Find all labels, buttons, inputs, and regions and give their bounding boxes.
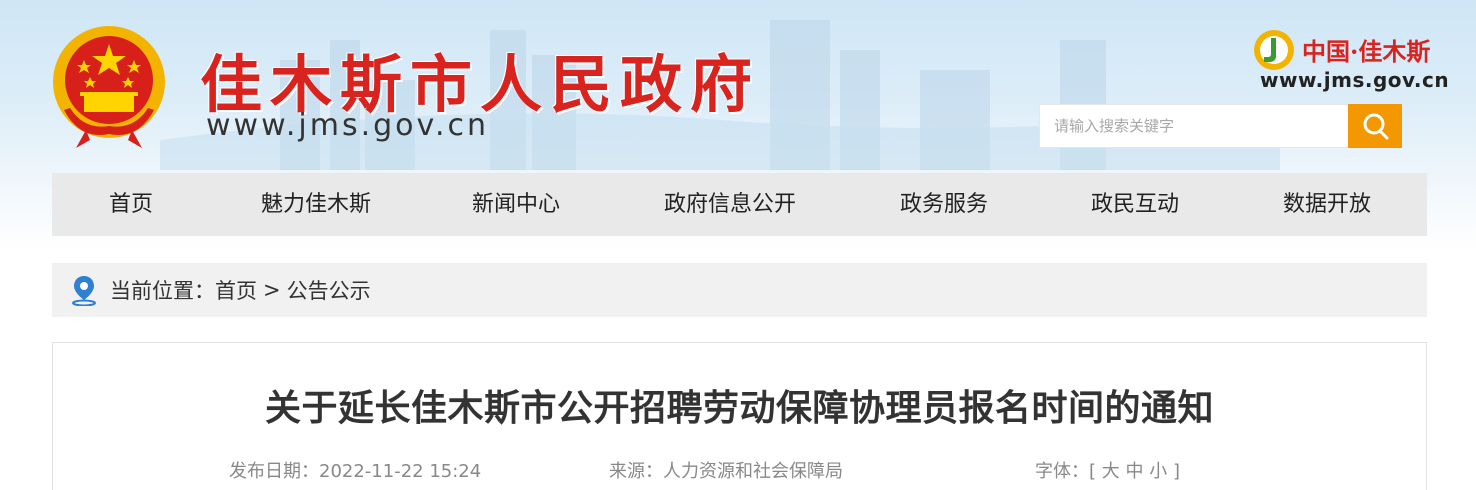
nav-item-interaction[interactable]: 政民互动 (1038, 173, 1232, 236)
brand-block[interactable]: 中国·佳木斯 www.jms.gov.cn (1252, 28, 1452, 98)
site-url: www.jms.gov.cn (206, 108, 489, 143)
jms-brand-logo-icon (1254, 30, 1294, 70)
location-pin-icon (72, 276, 96, 306)
breadcrumb-home-link[interactable]: 首页 (215, 275, 257, 305)
nav-item-open-data[interactable]: 数据开放 (1232, 173, 1422, 236)
article-source: 来源：人力资源和社会保障局 (609, 461, 843, 482)
font-size-close-bracket: ] (1172, 461, 1180, 482)
breadcrumb-current-link[interactable]: 公告公示 (287, 275, 371, 305)
breadcrumb: 当前位置： 首页 > 公告公示 (52, 263, 1427, 317)
nav-item-news-center[interactable]: 新闻中心 (422, 173, 610, 236)
search-button[interactable] (1348, 104, 1402, 148)
nav-item-home[interactable]: 首页 (52, 173, 210, 236)
breadcrumb-prefix: 当前位置： (110, 279, 215, 303)
publish-date: 发布日期：2022-11-22 15:24 (229, 461, 482, 482)
search-input[interactable] (1039, 104, 1349, 148)
nav-item-charm-jiamusi[interactable]: 魅力佳木斯 (210, 173, 422, 236)
search-icon (1363, 113, 1389, 140)
article-title: 关于延长佳木斯市公开招聘劳动保障协理员报名时间的通知 (264, 388, 1214, 429)
breadcrumb-separator: > (263, 278, 281, 302)
font-size-large-button[interactable]: 大 (1102, 461, 1120, 482)
main-nav: 首页 魅力佳木斯 新闻中心 政府信息公开 政务服务 政民互动 数据开放 (52, 173, 1427, 236)
brand-url: www.jms.gov.cn (1260, 68, 1450, 92)
font-size-small-button[interactable]: 小 (1149, 461, 1167, 482)
nav-item-gov-info-disclosure[interactable]: 政府信息公开 (610, 173, 850, 236)
brand-chinese-name: 中国·佳木斯 (1302, 37, 1431, 66)
article-panel: 关于延长佳木斯市公开招聘劳动保障协理员报名时间的通知 发布日期：2022-11-… (52, 342, 1427, 490)
font-size-medium-button[interactable]: 中 (1126, 461, 1144, 482)
font-size-label: 字体：[ (1035, 461, 1097, 482)
nav-item-gov-services[interactable]: 政务服务 (850, 173, 1038, 236)
font-size-control: 字体：[ 大 中 小 ] (1035, 457, 1180, 483)
national-emblem-icon (53, 26, 165, 148)
